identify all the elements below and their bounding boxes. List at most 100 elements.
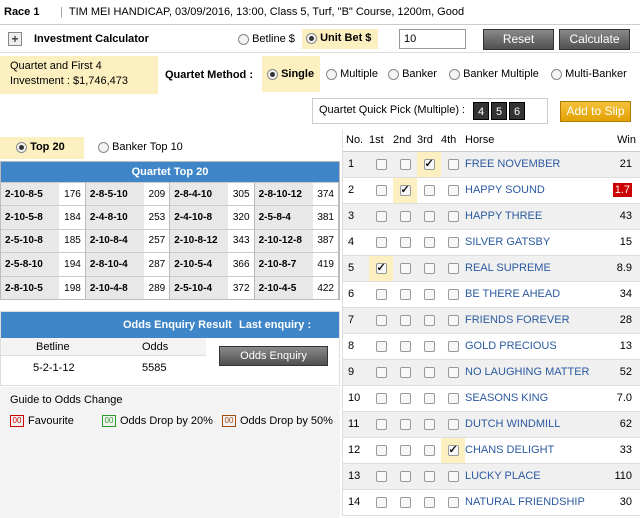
position-4-checkbox[interactable]	[447, 184, 459, 196]
position-2-checkbox[interactable]	[399, 366, 411, 378]
position-2-checkbox[interactable]	[399, 288, 411, 300]
top20-combination[interactable]: 2-10-4-5	[254, 275, 313, 300]
horse-name[interactable]: SEASONS KING	[465, 385, 610, 412]
top20-combination[interactable]: 2-10-4-8	[85, 275, 144, 300]
position-2-checkbox[interactable]	[399, 210, 411, 222]
position-4-checkbox[interactable]	[447, 288, 459, 300]
position-3-checkbox[interactable]	[423, 470, 435, 482]
position-3-checkbox[interactable]	[423, 184, 435, 196]
top20-combination[interactable]: 2-10-8-7	[254, 252, 313, 277]
add-to-slip-button[interactable]: Add to Slip	[560, 101, 631, 122]
position-4-checkbox[interactable]	[447, 158, 459, 170]
horse-name[interactable]: REAL SUPREME	[465, 255, 610, 282]
top20-combination[interactable]: 2-10-8-5	[1, 181, 60, 206]
position-3-checkbox[interactable]	[423, 340, 435, 352]
top20-combination[interactable]: 2-10-8-4	[85, 228, 144, 253]
top20-combination[interactable]: 2-5-10-4	[169, 275, 229, 300]
horse-name[interactable]: LUCKY PLACE	[465, 463, 610, 490]
position-3-checkbox[interactable]	[423, 157, 435, 170]
position-4-checkbox[interactable]	[447, 470, 459, 482]
calculate-button[interactable]: Calculate	[559, 29, 630, 50]
top20-combination[interactable]: 2-5-10-8	[1, 228, 60, 253]
method-multi-banker-radio[interactable]	[551, 68, 562, 80]
method-banker-radio[interactable]	[388, 68, 399, 80]
horse-name[interactable]: BE THERE AHEAD	[465, 281, 610, 308]
position-3-checkbox[interactable]	[423, 288, 435, 300]
method-single-radio[interactable]	[267, 68, 278, 80]
position-1-checkbox[interactable]	[375, 210, 387, 222]
tab-banker-radio[interactable]	[98, 141, 109, 153]
top20-combination[interactable]: 2-8-10-12	[254, 181, 313, 206]
position-4-checkbox[interactable]	[447, 392, 459, 404]
position-4-checkbox[interactable]	[447, 366, 459, 378]
top20-combination[interactable]: 2-8-5-10	[85, 181, 144, 206]
position-1-checkbox[interactable]	[375, 340, 387, 352]
horse-name[interactable]: GOLD PRECIOUS	[465, 333, 610, 360]
position-3-checkbox[interactable]	[423, 418, 435, 430]
position-3-checkbox[interactable]	[423, 210, 435, 222]
top20-combination[interactable]: 2-10-8-12	[169, 228, 229, 253]
horse-name[interactable]: FRIENDS FOREVER	[465, 307, 610, 334]
top20-combination[interactable]: 2-4-10-8	[169, 205, 229, 230]
position-1-checkbox[interactable]	[375, 288, 387, 300]
position-1-checkbox[interactable]	[375, 444, 387, 456]
position-3-checkbox[interactable]	[423, 392, 435, 404]
position-4-checkbox[interactable]	[447, 210, 459, 222]
position-1-checkbox[interactable]	[375, 418, 387, 430]
unitbet-input[interactable]	[399, 29, 466, 49]
position-1-checkbox[interactable]	[375, 236, 387, 248]
top20-combination[interactable]: 2-8-4-10	[169, 181, 229, 206]
horse-name[interactable]: CHANS DELIGHT	[465, 437, 610, 464]
position-2-checkbox[interactable]	[399, 340, 411, 352]
position-1-checkbox[interactable]	[375, 470, 387, 482]
top20-combination[interactable]: 2-10-12-8	[254, 228, 313, 253]
position-3-checkbox[interactable]	[423, 444, 435, 456]
horse-name[interactable]: HAPPY SOUND	[465, 177, 610, 204]
position-2-checkbox[interactable]	[399, 444, 411, 456]
betline-option[interactable]: Betline $	[238, 33, 295, 45]
horse-name[interactable]: NO LAUGHING MATTER	[465, 359, 610, 386]
position-3-checkbox[interactable]	[423, 314, 435, 326]
position-4-checkbox[interactable]	[447, 262, 459, 274]
position-2-checkbox[interactable]	[399, 158, 411, 170]
reset-button[interactable]: Reset	[483, 29, 554, 50]
top20-combination[interactable]: 2-10-5-8	[1, 205, 60, 230]
position-2-checkbox[interactable]	[399, 314, 411, 326]
position-1-checkbox[interactable]	[375, 392, 387, 404]
top20-combination[interactable]: 2-4-8-10	[85, 205, 144, 230]
position-4-checkbox[interactable]	[447, 496, 459, 508]
position-4-checkbox[interactable]	[447, 340, 459, 352]
top20-combination[interactable]: 2-5-8-10	[1, 252, 60, 277]
position-2-checkbox[interactable]	[399, 392, 411, 404]
horse-name[interactable]: HAPPY THREE	[465, 203, 610, 230]
position-4-checkbox[interactable]	[447, 443, 459, 456]
method-single[interactable]: Single	[262, 56, 320, 92]
top20-combination[interactable]: 2-10-5-4	[169, 252, 229, 277]
unitbet-radio[interactable]	[306, 32, 317, 44]
top20-combination[interactable]: 2-5-8-4	[254, 205, 313, 230]
tab-top20-radio[interactable]	[16, 141, 27, 153]
method-multi-banker[interactable]: Multi-Banker	[551, 68, 627, 80]
position-3-checkbox[interactable]	[423, 236, 435, 248]
position-3-checkbox[interactable]	[423, 262, 435, 274]
method-multiple-radio[interactable]	[326, 68, 337, 80]
method-multiple[interactable]: Multiple	[326, 68, 378, 80]
position-1-checkbox[interactable]	[375, 158, 387, 170]
position-2-checkbox[interactable]	[399, 496, 411, 508]
quick-pick-digit[interactable]: 6	[509, 102, 525, 120]
position-4-checkbox[interactable]	[447, 314, 459, 326]
horse-name[interactable]: DUTCH WINDMILL	[465, 411, 610, 438]
position-4-checkbox[interactable]	[447, 418, 459, 430]
betline-radio[interactable]	[238, 33, 249, 45]
position-2-checkbox[interactable]	[399, 183, 411, 196]
position-1-checkbox[interactable]	[375, 366, 387, 378]
horse-name[interactable]: NATURAL FRIENDSHIP	[465, 489, 610, 516]
position-2-checkbox[interactable]	[399, 470, 411, 482]
method-banker-multiple[interactable]: Banker Multiple	[449, 68, 539, 80]
tab-top20[interactable]: Top 20	[0, 137, 84, 159]
position-1-checkbox[interactable]	[375, 261, 387, 274]
tab-banker-top10[interactable]: Banker Top 10	[98, 141, 183, 153]
position-2-checkbox[interactable]	[399, 236, 411, 248]
top20-combination[interactable]: 2-8-10-5	[1, 275, 60, 300]
position-1-checkbox[interactable]	[375, 184, 387, 196]
